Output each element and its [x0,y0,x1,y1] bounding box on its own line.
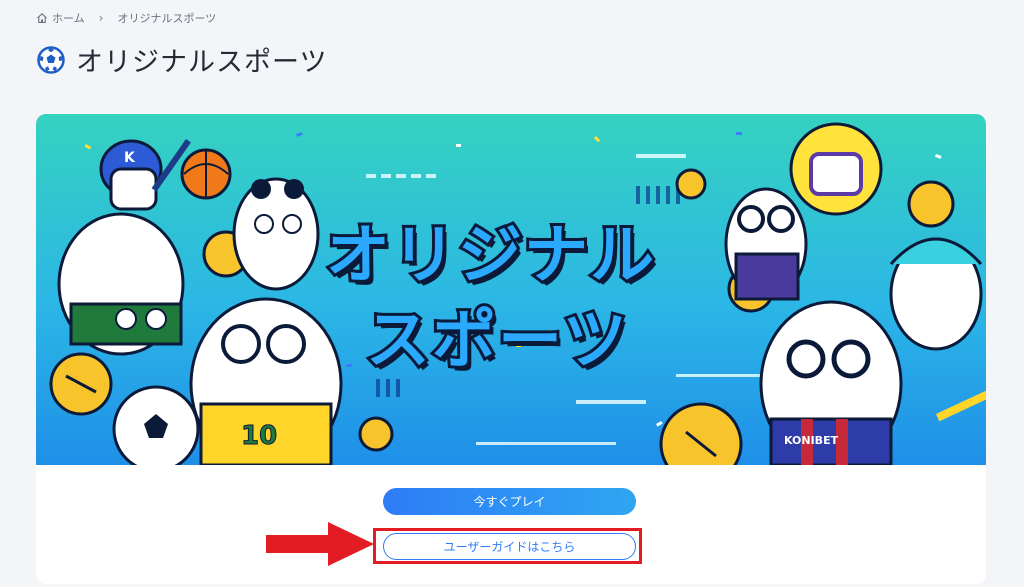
breadcrumb-current: オリジナルスポーツ [117,12,217,25]
svg-text:KONIBET: KONIBET [784,434,839,447]
arrow-right-icon [266,522,374,566]
breadcrumb-home-link[interactable]: ホーム [36,10,85,26]
breadcrumb-home-label: ホーム [52,12,85,25]
soccer-ball-icon [37,45,65,74]
game-card: K 10 KONIBET オリジナル スポーツ 今すぐプレイ ユーザーガイドはこ… [36,114,986,584]
svg-text:10: 10 [241,421,277,451]
breadcrumb: ホーム › オリジナルスポーツ [36,10,216,26]
banner-artwork: K 10 KONIBET [36,114,986,465]
user-guide-button[interactable]: ユーザーガイドはこちら [383,533,636,560]
svg-text:K: K [124,150,136,166]
game-banner[interactable]: K 10 KONIBET オリジナル スポーツ [36,114,986,465]
home-icon [37,13,47,23]
play-now-button[interactable]: 今すぐプレイ [383,488,636,515]
page-header: オリジナルスポーツ [36,40,327,79]
breadcrumb-separator: › [98,11,104,25]
page-title: オリジナルスポーツ [76,47,328,78]
